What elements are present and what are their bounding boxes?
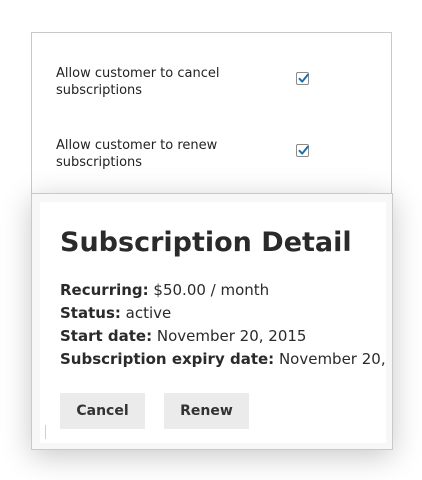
field-recurring-label: Recurring: [60,281,149,299]
subscription-detail-card: Subscription Detail Recurring: $50.00 / … [31,193,393,450]
subscription-fields: Recurring: $50.00 / month Status: active… [60,279,386,371]
setting-row-renew: Allow customer to renew subscriptions [56,135,376,175]
field-expiry-date: Subscription expiry date: November 20, 2… [60,348,386,371]
cancel-permission-checkbox[interactable] [296,72,309,85]
setting-label-renew: Allow customer to renew subscriptions [56,138,218,170]
checkmark-icon [298,145,309,155]
checkmark-icon [298,73,309,83]
setting-row-cancel: Allow customer to cancel subscriptions [56,63,376,103]
field-recurring-value: $50.00 / month [148,281,270,299]
field-start-date-label: Start date: [60,327,153,345]
field-status-value: active [120,304,172,322]
screen: Allow customer to cancel subscriptions A… [0,0,422,480]
divider [45,425,46,439]
renew-button[interactable]: Renew [164,393,249,429]
setting-label-cancel: Allow customer to cancel subscriptions [56,66,220,98]
field-status: Status: active [60,302,386,325]
cancel-button[interactable]: Cancel [60,393,145,429]
field-expiry-date-label: Subscription expiry date: [60,350,275,368]
field-start-date-value: November 20, 2015 [152,327,307,345]
page-title: Subscription Detail [60,227,352,258]
renew-permission-checkbox[interactable] [296,144,309,157]
field-recurring: Recurring: $50.00 / month [60,279,386,302]
field-start-date: Start date: November 20, 2015 [60,325,386,348]
field-expiry-date-value: November 20, 20 [278,350,386,368]
subscription-detail-content: Subscription Detail Recurring: $50.00 / … [40,202,386,443]
field-status-label: Status: [60,304,121,322]
